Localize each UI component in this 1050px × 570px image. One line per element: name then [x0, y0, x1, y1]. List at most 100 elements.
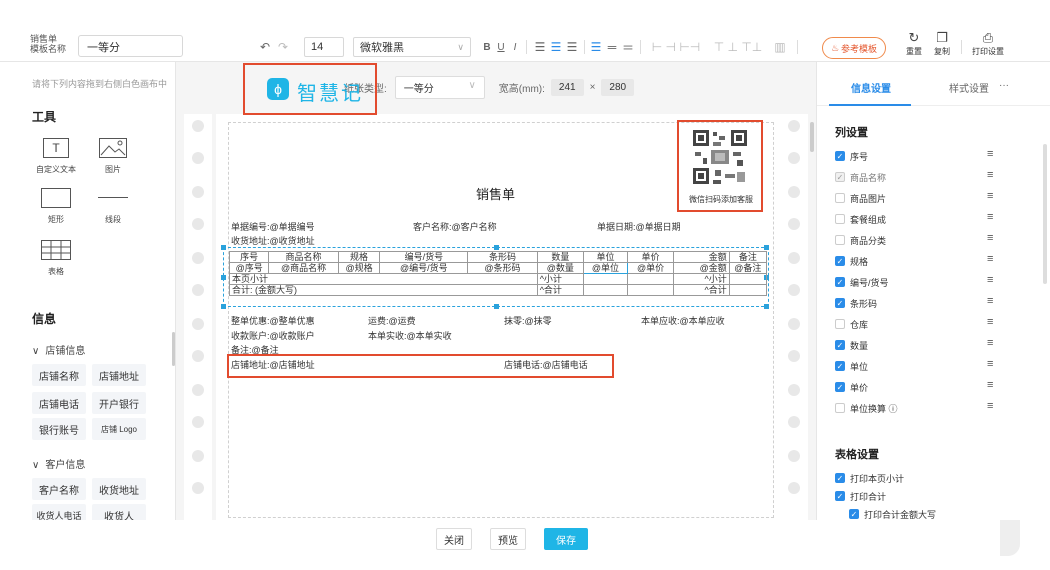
checkbox-checked-icon[interactable]: ✓ — [835, 298, 845, 308]
field-bill-date[interactable]: 单据日期:@单据日期 — [597, 220, 681, 233]
tool-line[interactable]: 线段 — [91, 188, 135, 225]
drag-handle-icon[interactable]: ≡ — [987, 295, 993, 307]
document-title[interactable]: 销售单 — [476, 184, 515, 203]
checkbox-checked-icon[interactable]: ✓ — [835, 277, 845, 287]
align-left-icon[interactable]: ☰ — [533, 37, 547, 57]
font-size-select[interactable]: 14 — [304, 37, 344, 57]
chip-receiver[interactable]: 收货人 — [92, 504, 146, 520]
header-cell[interactable]: 序号 — [228, 251, 270, 263]
drag-handle-icon[interactable]: ≡ — [987, 169, 993, 181]
header-cell[interactable]: 编号/货号 — [379, 251, 469, 263]
resize-handle[interactable] — [764, 304, 769, 309]
checkbox-checked-icon[interactable]: ✓ — [835, 382, 845, 392]
print-settings-button[interactable]: ⎙ 打印设置 — [966, 30, 1010, 60]
drag-handle-icon[interactable]: ≡ — [987, 148, 993, 160]
height-input[interactable]: 280 — [601, 79, 635, 96]
checkbox-checked-icon[interactable]: ✓ — [835, 473, 845, 483]
total-qty[interactable]: ^合计 — [536, 284, 584, 296]
save-button[interactable]: 保存 — [544, 528, 588, 550]
underline-button[interactable]: U — [496, 37, 506, 57]
header-cell[interactable]: 金额 — [673, 251, 730, 263]
data-cell[interactable]: @条形码 — [467, 262, 538, 274]
field-actual-received[interactable]: 本单实收:@本单实收 — [368, 329, 452, 342]
redo-icon[interactable]: ↷ — [276, 37, 290, 57]
field-receivable[interactable]: 本单应收:@本单应收 — [641, 314, 725, 327]
data-cell[interactable]: @单价 — [626, 262, 675, 274]
goods-table[interactable]: 序号 商品名称 规格 编号/货号 条形码 数量 单位 单价 金额 备注 @序号 … — [228, 251, 768, 296]
header-cell[interactable]: 单价 — [626, 251, 675, 263]
field-shop-phone[interactable]: 店铺电话:@店铺电话 — [504, 358, 588, 371]
resize-handle[interactable] — [764, 245, 769, 250]
field-customer-name[interactable]: 客户名称:@客户名称 — [413, 220, 497, 233]
tool-custom-text[interactable]: T 自定义文本 — [34, 138, 78, 175]
header-cell[interactable]: 规格 — [337, 251, 381, 263]
align-center-icon[interactable]: ☰ — [549, 37, 563, 57]
drag-handle-icon[interactable]: ≡ — [987, 253, 993, 265]
v-distribute-icons[interactable]: ⊤ ⊥ ⊤⊥ — [708, 37, 768, 57]
data-cell[interactable]: @序号 — [228, 262, 270, 274]
right-scrollbar[interactable] — [1043, 144, 1047, 284]
header-cell[interactable]: 条形码 — [467, 251, 538, 263]
tool-table[interactable]: 表格 — [34, 240, 78, 277]
data-cell[interactable]: @数量 — [536, 262, 584, 274]
tab-info-settings[interactable]: 信息设置 — [851, 80, 891, 95]
checkbox-checked-icon[interactable]: ✓ — [835, 491, 845, 501]
data-cell[interactable]: @编号/货号 — [379, 262, 469, 274]
align-right-icon[interactable]: ☰ — [565, 37, 579, 57]
valign-bottom-icon[interactable]: ＝ — [621, 37, 635, 57]
header-cell[interactable]: 商品名称 — [268, 251, 339, 263]
shop-info-group[interactable]: ∨ 店铺信息 — [32, 342, 85, 357]
header-cell[interactable]: 备注 — [728, 251, 768, 263]
data-cell[interactable]: @备注 — [728, 262, 768, 274]
resize-handle[interactable] — [221, 245, 226, 250]
data-cell[interactable]: @商品名称 — [268, 262, 339, 274]
resize-handle[interactable] — [221, 275, 226, 280]
drag-handle-icon[interactable]: ≡ — [987, 358, 993, 370]
drag-handle-icon[interactable]: ≡ — [987, 211, 993, 223]
chip-receiver-phone[interactable]: 收货人电话 — [32, 504, 86, 520]
canvas-scrollbar[interactable] — [810, 122, 814, 152]
drag-handle-icon[interactable]: ≡ — [987, 337, 993, 349]
chip-ship-address[interactable]: 收货地址 — [92, 478, 146, 500]
template-name-input[interactable]: 一等分 — [78, 35, 183, 57]
chip-bank[interactable]: 开户银行 — [92, 392, 146, 414]
drag-handle-icon[interactable]: ≡ — [987, 316, 993, 328]
resize-handle[interactable] — [494, 245, 499, 250]
chip-shop-address[interactable]: 店铺地址 — [92, 364, 146, 386]
checkbox-icon[interactable] — [835, 403, 845, 413]
field-freight[interactable]: 运费:@运费 — [368, 314, 416, 327]
chip-shop-name[interactable]: 店铺名称 — [32, 364, 86, 386]
field-ship-address[interactable]: 收货地址:@收货地址 — [231, 234, 315, 247]
checkbox-icon[interactable] — [835, 235, 845, 245]
checkbox-icon[interactable] — [835, 214, 845, 224]
bold-button[interactable]: B — [482, 37, 492, 57]
valign-top-icon[interactable]: ☰ — [589, 37, 603, 57]
checkbox-checked-icon[interactable]: ✓ — [835, 340, 845, 350]
logo-element[interactable]: ϕ 智慧记 — [243, 63, 377, 115]
drag-handle-icon[interactable]: ≡ — [987, 379, 993, 391]
table-option-item[interactable]: ✓ 打印合计 — [835, 488, 1015, 504]
preview-button[interactable]: 预览 — [490, 528, 526, 550]
field-discount[interactable]: 整单优惠:@整单优惠 — [231, 314, 315, 327]
tab-style-settings[interactable]: 样式设置 — [949, 80, 989, 95]
field-rounding[interactable]: 抹零:@抹零 — [504, 314, 552, 327]
resize-handle[interactable] — [221, 304, 226, 309]
field-bill-no[interactable]: 单据编号:@单据编号 — [231, 220, 315, 233]
total-label[interactable]: 合计: (金额大写) — [229, 284, 538, 296]
chip-shop-phone[interactable]: 店铺电话 — [32, 392, 86, 414]
checkbox-checked-icon[interactable]: ✓ — [835, 256, 845, 266]
undo-icon[interactable]: ↶ — [258, 37, 272, 57]
table-option-item[interactable]: ✓ 打印合计金额大写 — [849, 506, 1029, 520]
font-family-select[interactable]: 微软雅黑 ∨ — [353, 37, 471, 57]
field-shop-address[interactable]: 店铺地址:@店铺地址 — [231, 358, 315, 371]
checkbox-icon[interactable] — [835, 319, 845, 329]
field-account[interactable]: 收款账户:@收款账户 — [231, 329, 315, 342]
resize-handle[interactable] — [494, 304, 499, 309]
h-distribute-icons[interactable]: ⊢ ⊣ ⊢⊣ — [646, 37, 706, 57]
data-cell[interactable]: @金额 — [673, 262, 730, 274]
copy-button[interactable]: ❐ 复制 — [924, 30, 960, 60]
paper-type-select[interactable]: 一等分 ∨ — [394, 76, 485, 99]
table-option-item[interactable]: ✓ 打印本页小计 — [835, 470, 1015, 486]
left-scrollbar[interactable] — [172, 332, 175, 366]
italic-button[interactable]: I — [510, 37, 520, 57]
